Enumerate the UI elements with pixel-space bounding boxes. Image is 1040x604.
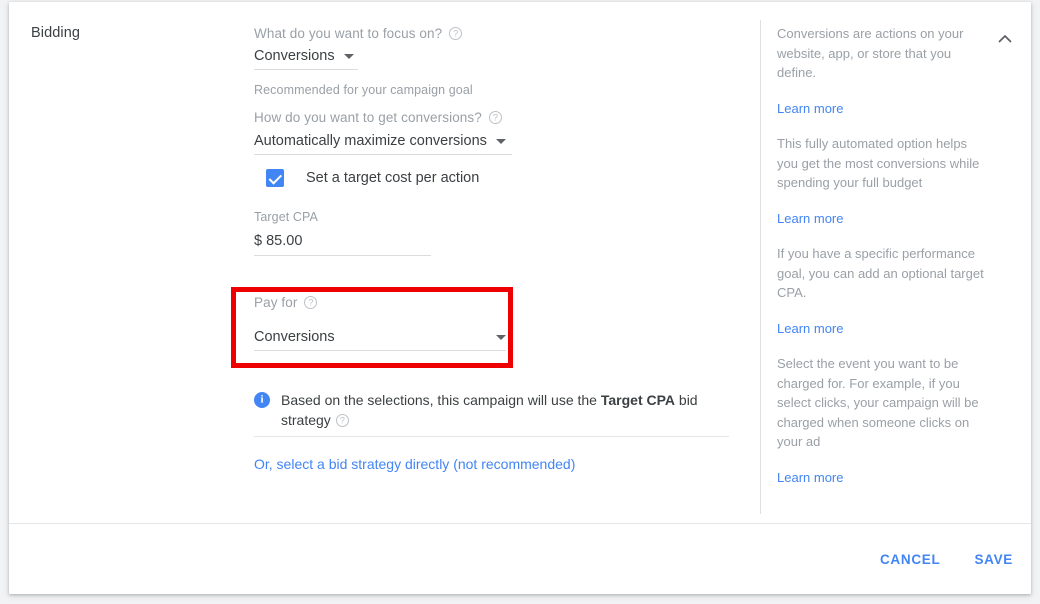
how-label-text: How do you want to get conversions? [254,110,482,125]
select-bid-strategy-link[interactable]: Or, select a bid strategy directly (not … [254,456,575,472]
chevron-down-icon [495,138,506,144]
pay-for-label: Pay for [254,295,318,310]
help-paragraph: If you have a specific performance goal,… [777,246,984,300]
learn-more-link[interactable]: Learn more [777,319,985,339]
pay-for-dropdown[interactable]: Conversions [254,329,506,351]
how-field-label: How do you want to get conversions? [254,110,502,125]
panel-divider [760,20,761,514]
target-cpa-value: 85.00 [266,233,303,249]
focus-label-text: What do you want to focus on? [254,26,443,41]
learn-more-link[interactable]: Learn more [777,468,985,488]
target-cpa-input[interactable]: $ 85.00 [254,233,431,256]
bidding-settings-screen: Bidding What do you want to focus on? Co… [0,0,1040,604]
how-dropdown-value: Automatically maximize conversions [254,133,487,149]
footer-actions: CANCEL SAVE [880,552,1013,567]
note-text-before: Based on the selections, this campaign w… [281,392,601,408]
focus-dropdown[interactable]: Conversions [254,48,358,70]
chevron-up-icon[interactable] [994,28,1016,50]
pay-for-label-text: Pay for [254,295,298,310]
chevron-down-icon [496,334,506,340]
note-divider [254,436,729,437]
chevron-down-icon [343,53,354,59]
bidding-card: Bidding What do you want to focus on? Co… [9,2,1031,594]
checkbox-checked-icon [266,169,284,187]
learn-more-link[interactable]: Learn more [777,209,985,229]
focus-dropdown-value: Conversions [254,48,335,64]
bid-strategy-note: Based on the selections, this campaign w… [254,390,724,430]
help-paragraph: This fully automated option helps you ge… [777,136,980,190]
focus-hint: Recommended for your campaign goal [254,83,473,97]
card-body: Bidding What do you want to focus on? Co… [9,2,1031,523]
help-circle-icon[interactable] [335,414,349,427]
note-strategy-name: Target CPA [600,392,676,408]
bid-strategy-note-text: Based on the selections, this campaign w… [281,390,724,430]
pay-for-dropdown-value: Conversions [254,329,335,345]
save-button[interactable]: SAVE [974,552,1013,567]
focus-field-label: What do you want to focus on? [254,26,463,41]
target-cpa-label: Target CPA [254,210,318,224]
set-target-cpa-label: Set a target cost per action [306,170,480,186]
learn-more-link[interactable]: Learn more [777,99,985,119]
help-paragraph: Conversions are actions on your website,… [777,26,964,80]
help-panel: Conversions are actions on your website,… [777,24,985,503]
page-title: Bidding [31,25,81,41]
info-circle-icon [254,392,270,408]
help-circle-icon[interactable] [488,111,502,124]
how-dropdown[interactable]: Automatically maximize conversions [254,133,512,155]
help-circle-icon[interactable] [449,27,463,40]
target-cpa-currency: $ [254,233,263,249]
help-circle-icon[interactable] [304,296,318,309]
cancel-button[interactable]: CANCEL [880,552,940,567]
help-paragraph: Select the event you want to be charged … [777,356,979,449]
set-target-cpa-checkbox[interactable]: Set a target cost per action [266,169,479,187]
card-footer: CANCEL SAVE [9,523,1031,594]
